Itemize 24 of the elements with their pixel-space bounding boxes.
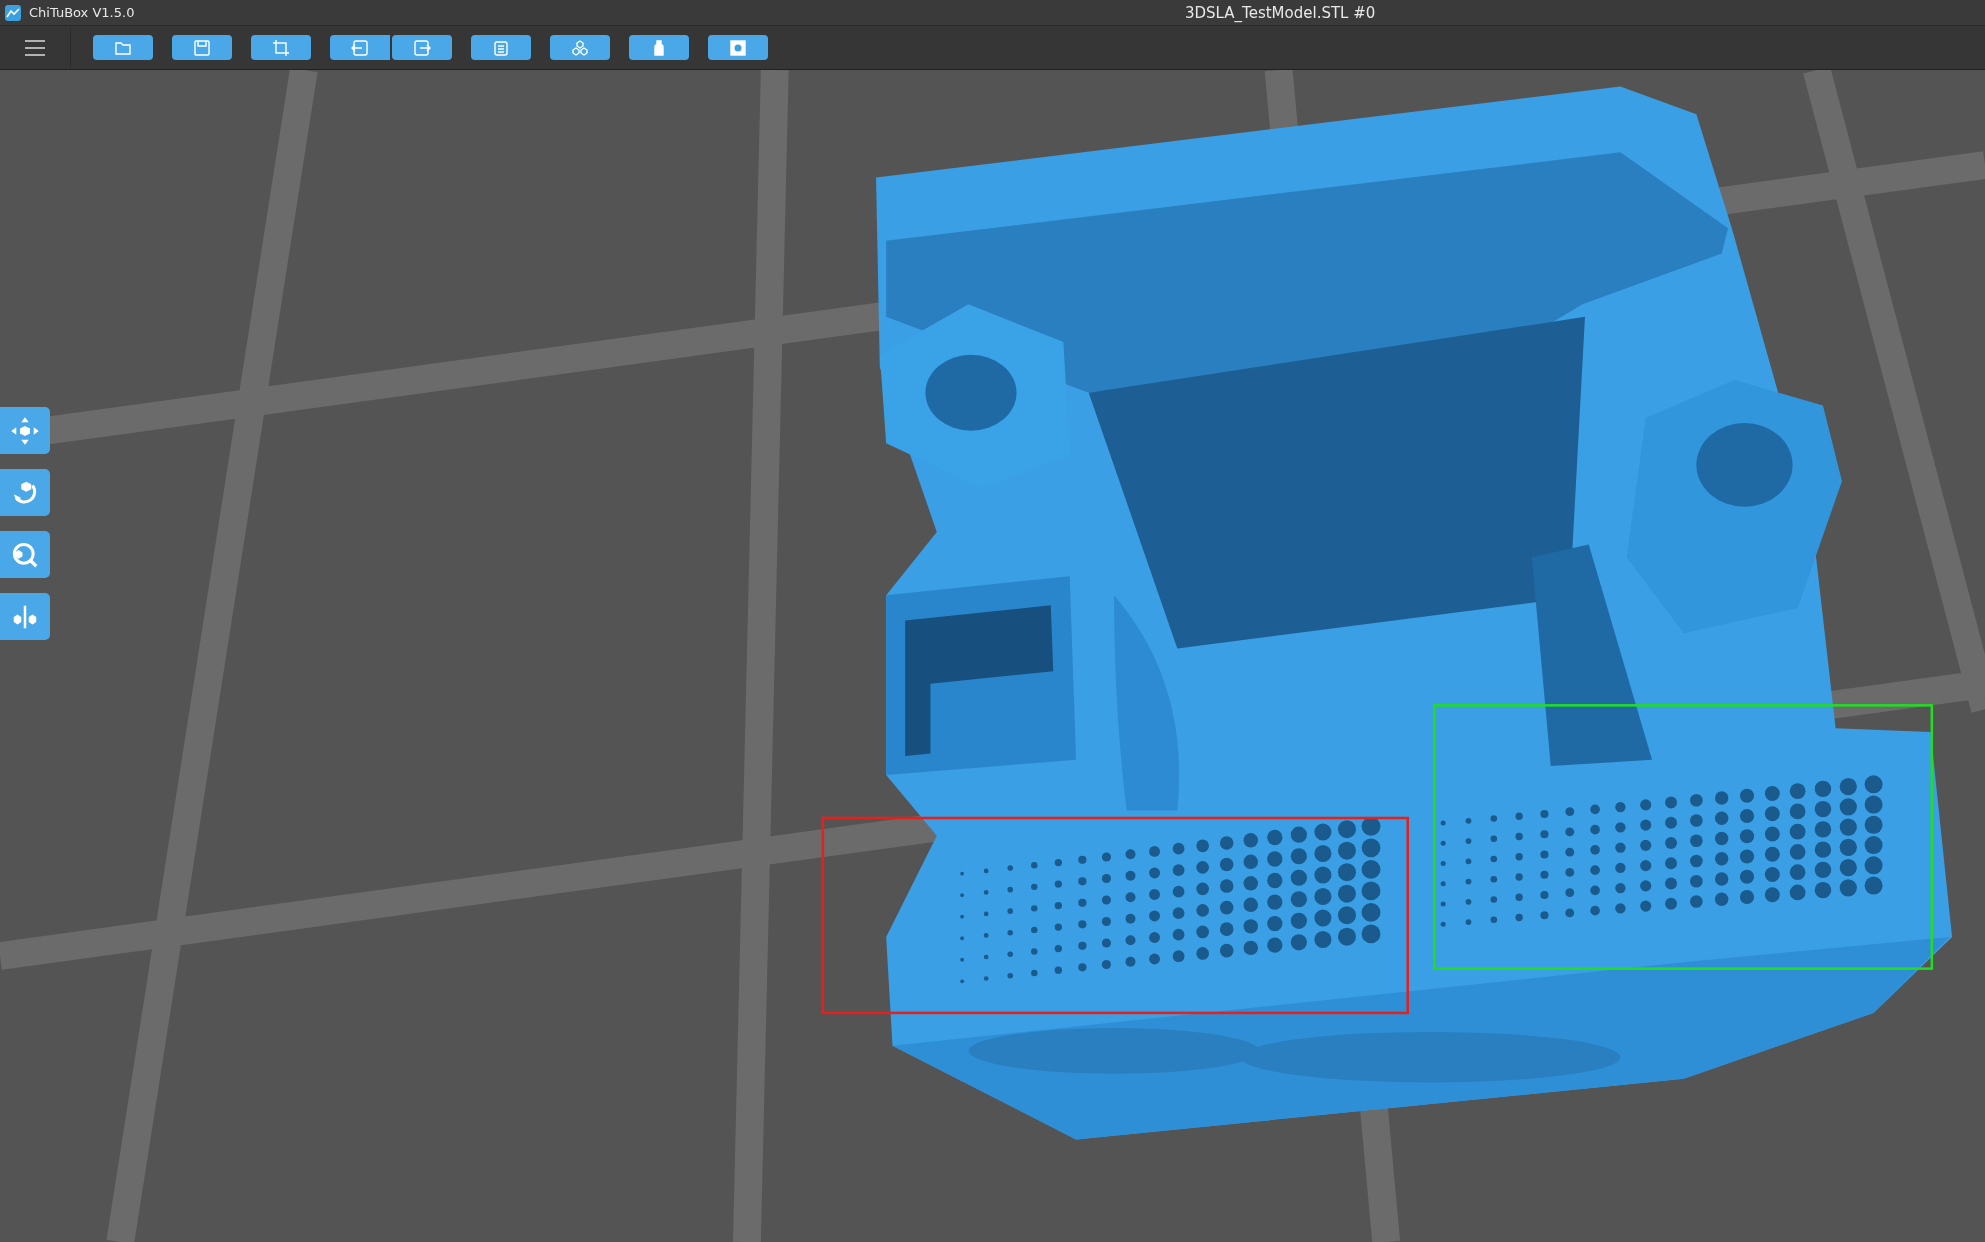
models-button[interactable]	[550, 35, 610, 60]
export-button[interactable]	[392, 35, 452, 60]
app-title: ChiTuBox V1.5.0	[29, 5, 135, 20]
save-button[interactable]	[172, 35, 232, 60]
rotate-tool-button[interactable]	[0, 469, 50, 516]
save-icon	[192, 37, 212, 58]
document-button[interactable]	[471, 35, 531, 60]
app-logo-icon	[5, 4, 21, 21]
export-icon	[412, 37, 432, 58]
zoom-tool-button[interactable]	[0, 531, 50, 578]
move-icon	[10, 415, 40, 446]
mirror-tool-button[interactable]	[0, 593, 50, 640]
bottle-button[interactable]	[629, 35, 689, 60]
square-button[interactable]	[708, 35, 768, 60]
crop-button[interactable]	[251, 35, 311, 60]
menu-icon	[25, 39, 45, 56]
open-button[interactable]	[93, 35, 153, 60]
import-button[interactable]	[330, 35, 390, 60]
crop-icon	[271, 37, 291, 58]
move-tool-button[interactable]	[0, 407, 50, 454]
models-icon	[570, 37, 590, 58]
square-icon	[728, 37, 748, 58]
import-icon	[350, 37, 370, 58]
window-title: 3DSLA_TestModel.STL #0	[1185, 3, 1376, 22]
